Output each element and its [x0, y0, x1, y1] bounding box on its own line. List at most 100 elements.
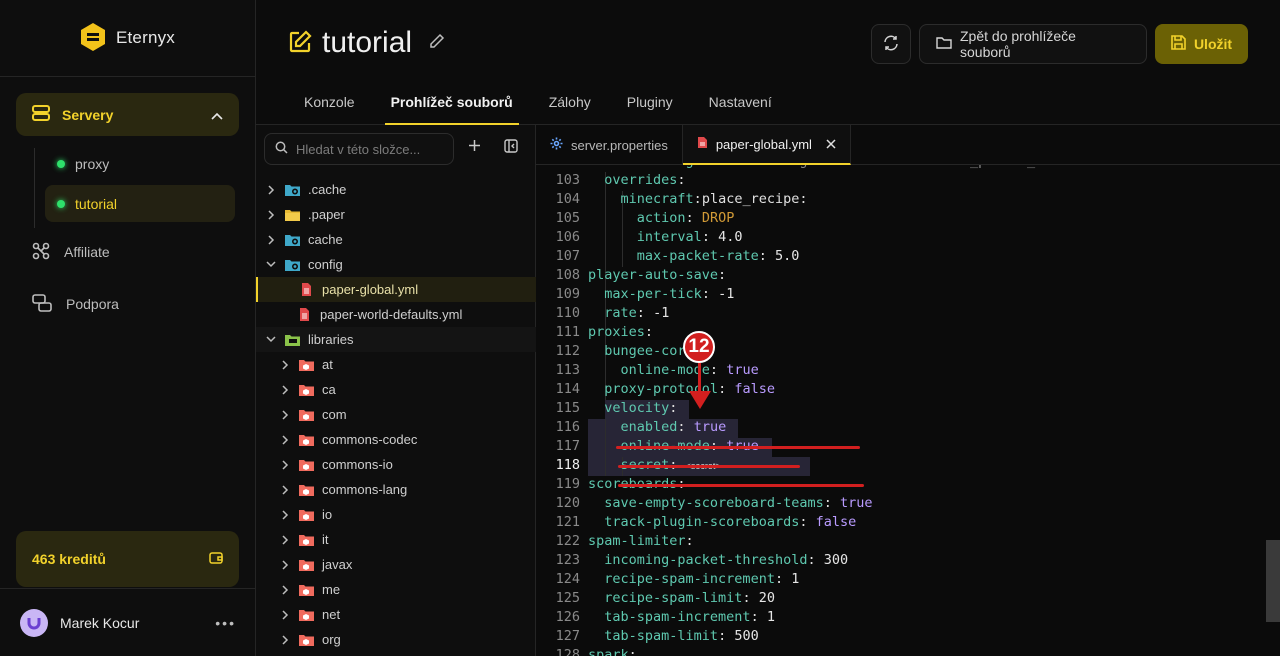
folder-item-org[interactable]: org — [256, 627, 536, 652]
server-item-proxy[interactable]: proxy — [45, 145, 235, 182]
add-file-icon[interactable] — [468, 139, 481, 155]
file-search[interactable] — [264, 133, 454, 165]
folder-item-commons-io[interactable]: commons-io — [256, 452, 536, 477]
chevron-right-icon[interactable] — [278, 584, 292, 595]
scrollbar-thumb[interactable] — [1266, 540, 1280, 622]
chevron-right-icon[interactable] — [264, 184, 278, 195]
chevron-down-icon[interactable] — [264, 261, 278, 268]
code-line[interactable]: max-packet-rate: 5.0 — [588, 248, 800, 264]
folder-pkg-icon — [298, 508, 314, 522]
editor-scrollbar[interactable] — [1266, 165, 1280, 656]
server-name: proxy — [75, 155, 110, 172]
close-icon[interactable] — [826, 137, 836, 152]
code-line[interactable]: online-mode: true — [588, 362, 759, 378]
app-root: Eternyx Servery proxy tutorial Affiliate — [0, 0, 1280, 656]
folder-item-io[interactable]: io — [256, 502, 536, 527]
code-line[interactable]: tab-spam-limit: 500 — [588, 628, 758, 644]
chevron-right-icon[interactable] — [278, 459, 292, 470]
folder-item-commons-lang[interactable]: commons-lang — [256, 477, 536, 502]
code-line[interactable]: max-per-tick: -1 — [588, 286, 734, 302]
file-item-paper-global-yml[interactable]: paper-global.yml — [256, 277, 536, 302]
chevron-right-icon[interactable] — [264, 234, 278, 245]
nav-support[interactable]: Podpora — [32, 289, 119, 319]
folder-item-cache[interactable]: .cache — [256, 177, 536, 202]
chevron-right-icon[interactable] — [278, 434, 292, 445]
code-line[interactable]: proxy-protocol: false — [588, 381, 775, 397]
code-line[interactable]: proxies: — [588, 324, 653, 340]
user-profile[interactable]: Marek Kocur ••• — [0, 588, 256, 656]
code-line[interactable]: minecraft:place_recipe: — [588, 191, 808, 207]
code-line[interactable]: kick-message: '<red><lang:disconnect.exc… — [588, 165, 1084, 169]
chevron-down-icon[interactable] — [264, 336, 278, 343]
folder-item-it[interactable]: it — [256, 527, 536, 552]
chevron-right-icon[interactable] — [278, 509, 292, 520]
annotation-badge: 12 — [683, 331, 715, 363]
folder-pkg-icon — [298, 583, 314, 597]
code-line[interactable]: player-auto-save: — [588, 267, 726, 283]
chevron-right-icon[interactable] — [278, 359, 292, 370]
code-line[interactable]: incoming-packet-threshold: 300 — [588, 552, 848, 568]
chevron-up-icon[interactable] — [211, 107, 223, 123]
tab-file-browser[interactable]: Prohlížeč souborů — [373, 88, 531, 125]
line-number: 108 — [555, 267, 580, 283]
brand[interactable]: Eternyx — [0, 0, 255, 77]
chevron-right-icon[interactable] — [278, 484, 292, 495]
file-item-paper-world-defaults-yml[interactable]: paper-world-defaults.yml — [256, 302, 536, 327]
code-line[interactable]: action: DROP — [588, 210, 735, 226]
tab-console[interactable]: Konzole — [286, 88, 373, 125]
folder-item-me[interactable]: me — [256, 577, 536, 602]
code-line[interactable]: enabled: true — [588, 419, 727, 435]
folder-item-at[interactable]: at — [256, 352, 536, 377]
folder-item-paper[interactable]: .paper — [256, 202, 536, 227]
editor-tab-server-properties[interactable]: server.properties — [536, 125, 683, 165]
code-area[interactable]: 102 kick-message: '<red><lang:disconnect… — [536, 165, 1266, 656]
code-line[interactable]: recipe-spam-increment: 1 — [588, 571, 799, 587]
folder-item-javax[interactable]: javax — [256, 552, 536, 577]
chevron-right-icon[interactable] — [278, 384, 292, 395]
code-line[interactable]: recipe-spam-limit: 20 — [588, 590, 775, 606]
chevron-right-icon[interactable] — [278, 609, 292, 620]
code-line[interactable]: track-plugin-scoreboards: false — [588, 514, 856, 530]
more-options-icon[interactable]: ••• — [215, 615, 236, 631]
save-button[interactable]: Uložit — [1155, 24, 1248, 64]
code-line[interactable]: overrides: — [588, 172, 685, 188]
folder-item-com[interactable]: com — [256, 402, 536, 427]
refresh-button[interactable] — [871, 24, 911, 64]
code-line[interactable]: interval: 4.0 — [588, 229, 743, 245]
code-line[interactable]: spark: — [588, 647, 637, 656]
folder-item-cache[interactable]: cache — [256, 227, 536, 252]
rename-pencil-icon[interactable] — [428, 33, 445, 53]
back-to-browser-button[interactable]: Zpět do prohlížeče souborů — [919, 24, 1147, 64]
editor-tab-paper-global[interactable]: paper-global.yml — [682, 125, 851, 165]
code-line[interactable]: spam-limiter: — [588, 533, 694, 549]
server-icon — [32, 105, 50, 124]
chevron-right-icon[interactable] — [264, 209, 278, 220]
folder-item-config[interactable]: config — [256, 252, 536, 277]
yml-file-icon — [296, 308, 312, 322]
folder-item-libraries[interactable]: libraries — [256, 327, 536, 352]
file-tree-label: paper-global.yml — [322, 282, 419, 297]
code-line[interactable]: rate: -1 — [588, 305, 669, 321]
chevron-right-icon[interactable] — [278, 409, 292, 420]
server-item-tutorial[interactable]: tutorial — [45, 185, 235, 222]
folder-item-commons-codec[interactable]: commons-codec — [256, 427, 536, 452]
chevron-right-icon[interactable] — [278, 534, 292, 545]
chevron-right-icon[interactable] — [278, 559, 292, 570]
server-name: tutorial — [75, 195, 118, 212]
search-input[interactable] — [296, 141, 436, 157]
code-line[interactable]: velocity: — [588, 400, 677, 416]
folder-pkg-icon — [298, 408, 314, 422]
code-line[interactable]: tab-spam-increment: 1 — [588, 609, 775, 625]
tab-backups[interactable]: Zálohy — [531, 88, 609, 125]
tab-settings[interactable]: Nastavení — [691, 88, 790, 125]
tab-plugins[interactable]: Pluginy — [609, 88, 691, 125]
credits-card[interactable]: 463 kreditů — [16, 531, 239, 587]
collapse-panel-icon[interactable] — [504, 139, 518, 156]
nav-affiliate[interactable]: Affiliate — [32, 237, 110, 267]
code-line[interactable]: save-empty-scoreboard-teams: true — [588, 495, 872, 511]
folder-item-net[interactable]: net — [256, 602, 536, 627]
nav-servers[interactable]: Servery — [16, 93, 239, 136]
folder-item-ca[interactable]: ca — [256, 377, 536, 402]
line-number: 106 — [555, 229, 580, 245]
chevron-right-icon[interactable] — [278, 634, 292, 645]
